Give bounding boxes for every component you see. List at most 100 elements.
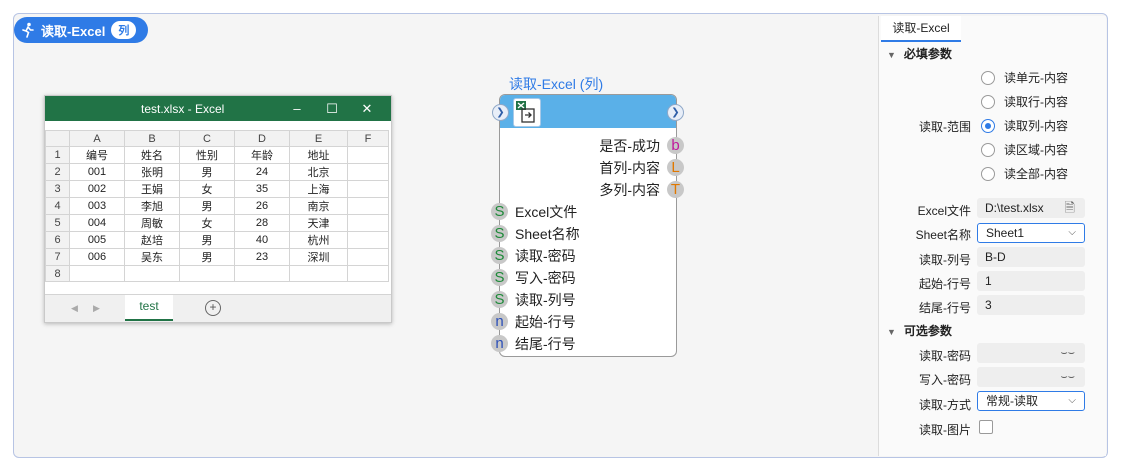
write-password-field[interactable]: ⌣⌣ xyxy=(977,367,1085,387)
cell[interactable] xyxy=(347,231,389,249)
row-header[interactable]: 4 xyxy=(45,197,70,215)
radio-button[interactable] xyxy=(981,70,995,85)
row-header[interactable]: 7 xyxy=(45,248,70,266)
input-port[interactable]: n xyxy=(491,335,508,352)
close-icon[interactable]: ✕ xyxy=(350,96,384,121)
cell[interactable]: 深圳 xyxy=(289,248,348,266)
cell[interactable] xyxy=(347,146,389,164)
read-image-checkbox[interactable] xyxy=(979,420,993,434)
cell[interactable]: 26 xyxy=(234,197,290,215)
cell[interactable] xyxy=(347,248,389,266)
cell[interactable]: 天津 xyxy=(289,214,348,232)
read-excel-node[interactable]: ❯ ❯ 是否-成功 b 首列-内容 L 多列-内容 T S Excel文件 S Sheet名称 S… xyxy=(491,94,684,357)
read-mode-select[interactable]: 常规-读取 ⌵ xyxy=(977,391,1085,411)
file-browse-icon[interactable]: 🗎 xyxy=(1065,198,1075,218)
cell[interactable] xyxy=(289,265,348,282)
range-option[interactable]: 读取列-内容 xyxy=(981,117,1068,134)
input-port[interactable]: S xyxy=(491,203,508,220)
radio-button[interactable] xyxy=(981,118,995,133)
input-port[interactable]: n xyxy=(491,313,508,330)
cell[interactable]: 23 xyxy=(234,248,290,266)
hidden-eye-icon[interactable]: ⌣⌣ xyxy=(1061,343,1075,363)
cell[interactable]: 006 xyxy=(69,248,125,266)
cell[interactable]: 男 xyxy=(179,163,235,181)
column-header[interactable]: F xyxy=(347,130,389,147)
column-header[interactable]: A xyxy=(69,130,125,147)
row-header[interactable]: 1 xyxy=(45,146,70,164)
cell[interactable] xyxy=(179,265,235,282)
column-header[interactable]: B xyxy=(124,130,180,147)
cell[interactable]: 杭州 xyxy=(289,231,348,249)
prev-sheet-icon[interactable]: ◀ xyxy=(71,303,78,314)
cell[interactable]: 003 xyxy=(69,197,125,215)
range-option[interactable]: 读单元-内容 xyxy=(981,69,1068,86)
flow-out-port[interactable]: ❯ xyxy=(667,104,684,121)
cell[interactable] xyxy=(347,197,389,215)
column-header[interactable]: C xyxy=(179,130,235,147)
optional-section-header[interactable]: ▼ 可选参数 xyxy=(887,322,952,339)
maximize-icon[interactable]: ☐ xyxy=(315,96,349,121)
required-section-header[interactable]: ▼ 必填参数 xyxy=(887,45,952,62)
cell[interactable]: 男 xyxy=(179,231,235,249)
range-option[interactable]: 读取行-内容 xyxy=(981,93,1068,110)
cell[interactable]: 男 xyxy=(179,197,235,215)
flow-in-port[interactable]: ❯ xyxy=(492,104,509,121)
cell[interactable]: 001 xyxy=(69,163,125,181)
cell[interactable]: 地址 xyxy=(289,146,348,164)
cell[interactable]: 李旭 xyxy=(124,197,180,215)
column-field[interactable]: B-D xyxy=(977,247,1085,267)
cell[interactable] xyxy=(347,265,389,282)
row-header[interactable]: 6 xyxy=(45,231,70,249)
cell[interactable]: 张明 xyxy=(124,163,180,181)
cell[interactable]: 005 xyxy=(69,231,125,249)
cell[interactable]: 编号 xyxy=(69,146,125,164)
input-port[interactable]: S xyxy=(491,247,508,264)
row-header[interactable]: 2 xyxy=(45,163,70,181)
cell[interactable]: 吴东 xyxy=(124,248,180,266)
input-port[interactable]: S xyxy=(491,225,508,242)
radio-button[interactable] xyxy=(981,94,995,109)
next-sheet-icon[interactable]: ▶ xyxy=(93,303,100,314)
cell[interactable]: 北京 xyxy=(289,163,348,181)
cell[interactable]: 女 xyxy=(179,180,235,198)
output-port[interactable]: b xyxy=(667,137,684,154)
cell[interactable]: 35 xyxy=(234,180,290,198)
cell[interactable]: 男 xyxy=(179,248,235,266)
minimize-icon[interactable]: – xyxy=(280,96,314,121)
cell[interactable] xyxy=(347,214,389,232)
radio-button[interactable] xyxy=(981,166,995,181)
cell[interactable]: 004 xyxy=(69,214,125,232)
tab-read-excel[interactable]: 读取-Excel xyxy=(881,16,961,42)
cell[interactable]: 姓名 xyxy=(124,146,180,164)
column-header[interactable]: D xyxy=(234,130,290,147)
excel-file-field[interactable]: D:\test.xlsx 🗎 xyxy=(977,198,1085,218)
cell[interactable] xyxy=(124,265,180,282)
row-header[interactable]: 3 xyxy=(45,180,70,198)
cell[interactable]: 年龄 xyxy=(234,146,290,164)
sheet-tab-test[interactable]: test xyxy=(125,295,173,321)
cell[interactable]: 28 xyxy=(234,214,290,232)
column-header[interactable]: E xyxy=(289,130,348,147)
end-row-field[interactable]: 3 xyxy=(977,295,1085,315)
radio-button[interactable] xyxy=(981,142,995,157)
row-header[interactable]: 8 xyxy=(45,265,70,282)
cell[interactable] xyxy=(347,163,389,181)
add-sheet-icon[interactable]: + xyxy=(205,300,221,316)
cell[interactable]: 002 xyxy=(69,180,125,198)
cell[interactable]: 南京 xyxy=(289,197,348,215)
cell[interactable] xyxy=(69,265,125,282)
range-option[interactable]: 读全部-内容 xyxy=(981,165,1068,182)
select-all-corner[interactable] xyxy=(45,130,70,147)
cell[interactable]: 40 xyxy=(234,231,290,249)
flow-title-pill[interactable]: 读取-Excel 列 xyxy=(14,17,148,43)
sheet-name-select[interactable]: Sheet1 ⌵ xyxy=(977,223,1085,243)
cell[interactable]: 上海 xyxy=(289,180,348,198)
cell[interactable] xyxy=(347,180,389,198)
range-option[interactable]: 读区域-内容 xyxy=(981,141,1068,158)
cell[interactable]: 王娟 xyxy=(124,180,180,198)
cell[interactable]: 性别 xyxy=(179,146,235,164)
start-row-field[interactable]: 1 xyxy=(977,271,1085,291)
read-password-field[interactable]: ⌣⌣ xyxy=(977,343,1085,363)
hidden-eye-icon[interactable]: ⌣⌣ xyxy=(1061,367,1075,387)
row-header[interactable]: 5 xyxy=(45,214,70,232)
